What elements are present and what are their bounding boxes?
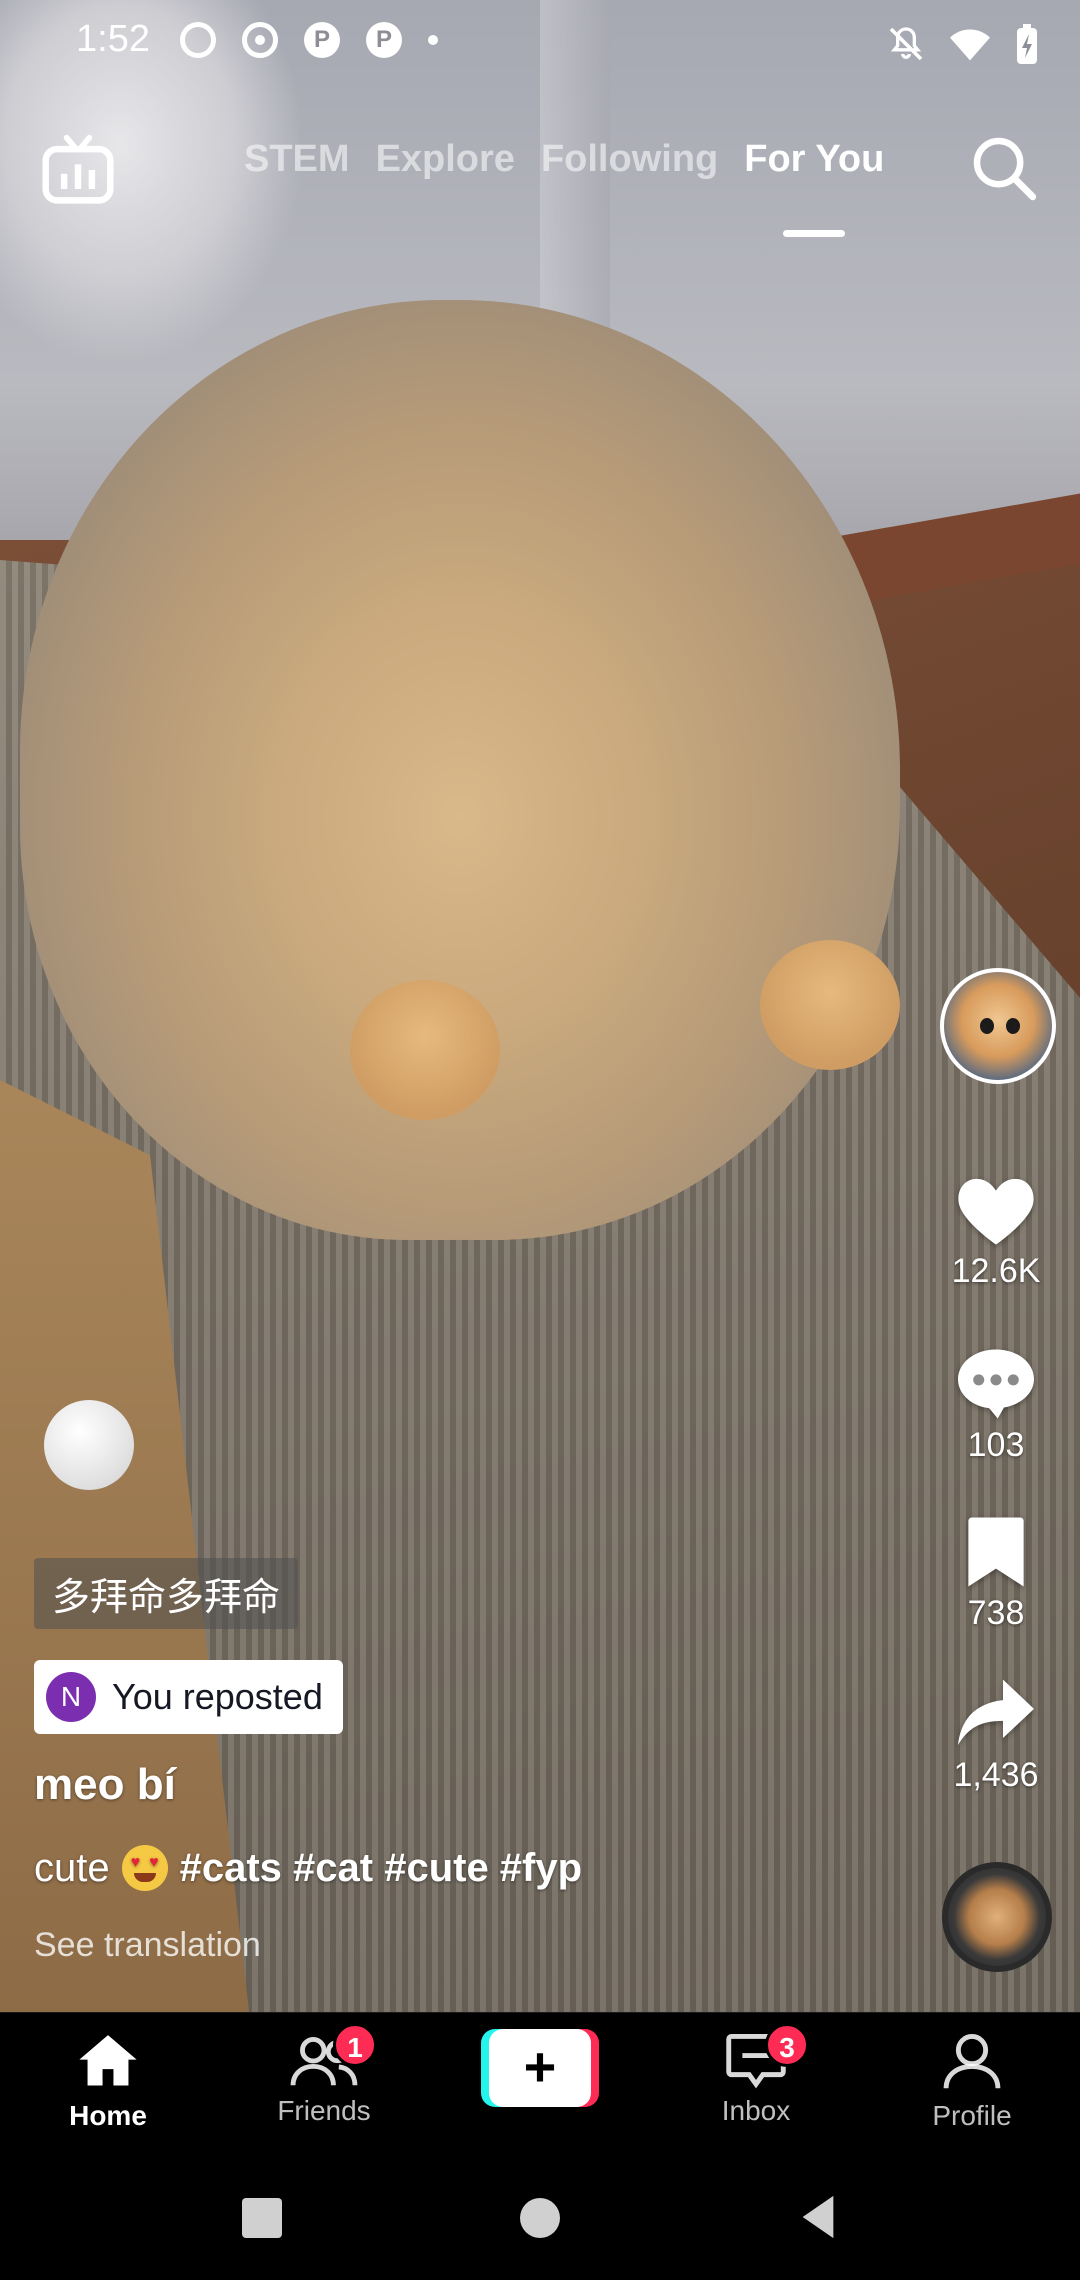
video-pompom bbox=[44, 1400, 134, 1490]
search-icon[interactable] bbox=[968, 132, 1040, 204]
bookmark-icon bbox=[968, 1517, 1024, 1587]
repost-indicator[interactable]: N You reposted bbox=[34, 1660, 343, 1734]
feed-tabs: STEM Explore Following For You bbox=[244, 138, 885, 237]
video-cat-ear-right bbox=[760, 940, 900, 1070]
status-bar: 1:52 bbox=[0, 0, 1080, 90]
tab-profile-label: Profile bbox=[932, 2100, 1012, 2131]
threads-icon bbox=[180, 22, 216, 58]
inbox-badge: 3 bbox=[765, 2023, 809, 2067]
share-count: 1,436 bbox=[953, 1756, 1039, 1794]
caption-hashtags[interactable]: #cats #cat #cute #fyp bbox=[180, 1846, 582, 1891]
avatar-eye-left bbox=[980, 1018, 994, 1034]
status-notification-icons bbox=[180, 22, 438, 58]
status-time: 1:52 bbox=[76, 18, 150, 60]
like-button[interactable]: 12.6K bbox=[916, 1172, 1076, 1291]
tab-stem[interactable]: STEM bbox=[244, 138, 350, 181]
video-cat-ear-left bbox=[350, 980, 500, 1120]
repost-user-avatar: N bbox=[46, 1672, 96, 1722]
home-icon bbox=[79, 2035, 137, 2086]
back-triangle-icon[interactable] bbox=[798, 2194, 838, 2240]
recent-apps-icon[interactable] bbox=[242, 2198, 282, 2238]
comment-count: 103 bbox=[967, 1426, 1025, 1464]
favorite-button[interactable]: 738 bbox=[916, 1514, 1076, 1633]
system-navigation-bar bbox=[0, 2152, 1080, 2280]
pinterest-icon bbox=[366, 22, 402, 58]
top-feed-nav: STEM Explore Following For You bbox=[0, 120, 1080, 240]
video-sticker-text: 多拜命多拜命 bbox=[34, 1558, 299, 1629]
repost-label: You reposted bbox=[112, 1676, 323, 1717]
status-system-icons bbox=[886, 22, 1040, 66]
bottom-tab-bar: Home 1 Friends + 3 Inbox Profile bbox=[0, 2012, 1080, 2153]
tab-profile[interactable]: Profile bbox=[872, 2031, 1072, 2132]
share-button[interactable]: 1,436 bbox=[916, 1676, 1076, 1795]
tab-following[interactable]: Following bbox=[541, 138, 718, 181]
video-caption[interactable]: cute #cats #cat #cute #fyp bbox=[34, 1845, 582, 1891]
profile-icon bbox=[943, 2034, 1001, 2089]
caption-text: cute bbox=[34, 1845, 110, 1890]
tab-for-you[interactable]: For You bbox=[744, 138, 885, 237]
create-button[interactable]: + bbox=[481, 2029, 599, 2107]
battery-charging-icon bbox=[1017, 24, 1037, 64]
tab-home-label: Home bbox=[69, 2100, 147, 2131]
live-tv-icon[interactable] bbox=[40, 132, 116, 208]
tab-home[interactable]: Home bbox=[8, 2031, 208, 2132]
bell-muted-icon bbox=[889, 27, 923, 61]
tab-friends[interactable]: 1 Friends bbox=[224, 2023, 424, 2127]
comment-icon bbox=[958, 1349, 1034, 1419]
creator-avatar[interactable] bbox=[940, 968, 1056, 1084]
plus-icon: + bbox=[489, 2029, 591, 2107]
record-icon bbox=[242, 22, 278, 58]
see-translation-link[interactable]: See translation bbox=[34, 1926, 261, 1965]
save-count: 738 bbox=[967, 1594, 1025, 1632]
tab-inbox-label: Inbox bbox=[721, 2095, 791, 2126]
wifi-icon bbox=[950, 29, 990, 61]
like-count: 12.6K bbox=[951, 1252, 1041, 1290]
comment-button[interactable]: 103 bbox=[916, 1346, 1076, 1465]
pinterest-icon bbox=[304, 22, 340, 58]
avatar-eye-right bbox=[1006, 1018, 1020, 1034]
tab-inbox[interactable]: 3 Inbox bbox=[656, 2023, 856, 2127]
friends-badge: 1 bbox=[333, 2023, 377, 2067]
heart-icon bbox=[958, 1178, 1034, 1245]
tab-friends-label: Friends bbox=[277, 2095, 371, 2126]
tab-for-you-label: For You bbox=[744, 138, 885, 180]
more-notifications-dot-icon bbox=[428, 35, 438, 45]
tab-explore[interactable]: Explore bbox=[376, 138, 515, 181]
active-tab-indicator bbox=[783, 230, 846, 237]
home-circle-icon[interactable] bbox=[520, 2198, 560, 2238]
creator-username[interactable]: meo bí bbox=[34, 1760, 176, 1810]
music-disc[interactable] bbox=[942, 1862, 1052, 1972]
heart-eyes-emoji-icon bbox=[121, 1845, 168, 1891]
share-arrow-icon bbox=[958, 1679, 1034, 1746]
